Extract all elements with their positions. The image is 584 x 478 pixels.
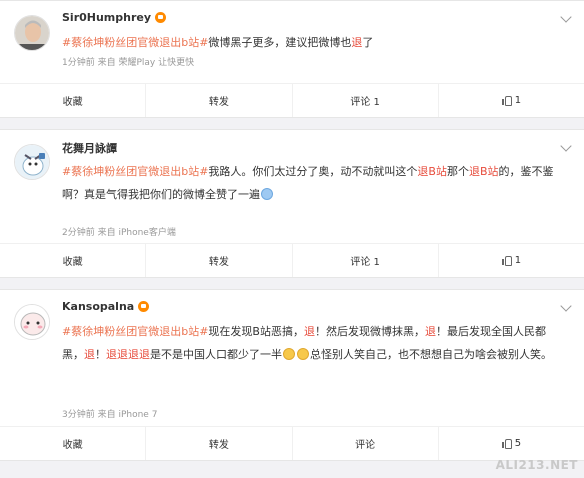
weibo-post: Sir0Humphrey #蔡徐坤粉丝团官微退出b站#微博黑子更多，建议把微博也… [0, 0, 584, 118]
favorite-button[interactable]: 收藏 [0, 244, 145, 277]
post-meta: 3分钟前 来自 iPhone 7 [62, 410, 158, 420]
action-bar: 收藏 转发 评论 1 1 [0, 243, 584, 277]
watermark: ALI213.NET [495, 458, 578, 472]
like-button[interactable]: 5 [437, 427, 584, 460]
action-bar: 收藏 转发 评论 1 1 [0, 83, 584, 117]
smile-emoji-icon [297, 348, 309, 360]
favorite-button[interactable]: 收藏 [0, 427, 145, 460]
favorite-button[interactable]: 收藏 [0, 84, 145, 117]
weibo-post: Kansopalna #蔡徐坤粉丝团官微退出b站#现在发现B站恶搞，退！然后发现… [0, 289, 584, 461]
topic-link[interactable]: #蔡徐坤粉丝团官微退出b站# [62, 165, 208, 178]
vip-badge-icon [138, 301, 150, 312]
like-button[interactable]: 1 [437, 84, 584, 117]
topic-link[interactable]: #蔡徐坤粉丝团官微退出b站# [62, 325, 208, 338]
crying-emoji-icon [261, 188, 273, 200]
like-button[interactable]: 1 [437, 244, 584, 277]
post-meta: 1分钟前 来自 荣耀Play 让快更快 [62, 58, 195, 68]
repost-button[interactable]: 转发 [145, 427, 291, 460]
author-name[interactable]: 花舞月詠譚 [62, 140, 117, 156]
chevron-down-icon[interactable] [560, 300, 572, 312]
chevron-down-icon[interactable] [560, 140, 572, 152]
comment-button[interactable]: 评论 1 [291, 244, 438, 277]
post-meta: 2分钟前 来自 iPhone客户端 [62, 228, 176, 238]
author-label: 花舞月詠譚 [62, 142, 117, 155]
post-content: #蔡徐坤粉丝团官微退出b站#现在发现B站恶搞，退！然后发现微博抹黑，退！最后发现… [62, 325, 552, 361]
thumbs-up-icon [501, 96, 512, 106]
author-label: Sir0Humphrey [62, 11, 152, 24]
repost-button[interactable]: 转发 [145, 84, 291, 117]
repost-button[interactable]: 转发 [145, 244, 291, 277]
author-name[interactable]: Kansopalna [62, 300, 150, 313]
avatar[interactable] [14, 304, 50, 340]
avatar[interactable] [14, 144, 50, 180]
thumbs-up-icon [501, 256, 512, 266]
author-name[interactable]: Sir0Humphrey [62, 11, 167, 24]
vip-badge-icon [155, 12, 167, 23]
smile-emoji-icon [283, 348, 295, 360]
avatar[interactable] [14, 15, 50, 51]
action-bar: 收藏 转发 评论 5 [0, 426, 584, 460]
comment-button[interactable]: 评论 [291, 427, 438, 460]
thumbs-up-icon [501, 439, 512, 449]
chevron-down-icon[interactable] [560, 11, 572, 23]
post-content: #蔡徐坤粉丝团官微退出b站#我路人。你们太过分了奥，动不动就叫这个退B站那个退B… [62, 165, 554, 201]
author-label: Kansopalna [62, 300, 135, 313]
topic-link[interactable]: #蔡徐坤粉丝团官微退出b站# [62, 36, 208, 49]
weibo-post: 花舞月詠譚 #蔡徐坤粉丝团官微退出b站#我路人。你们太过分了奥，动不动就叫这个退… [0, 129, 584, 278]
post-content: #蔡徐坤粉丝团官微退出b站#微博黑子更多，建议把微博也退了 [62, 36, 374, 49]
comment-button[interactable]: 评论 1 [291, 84, 438, 117]
